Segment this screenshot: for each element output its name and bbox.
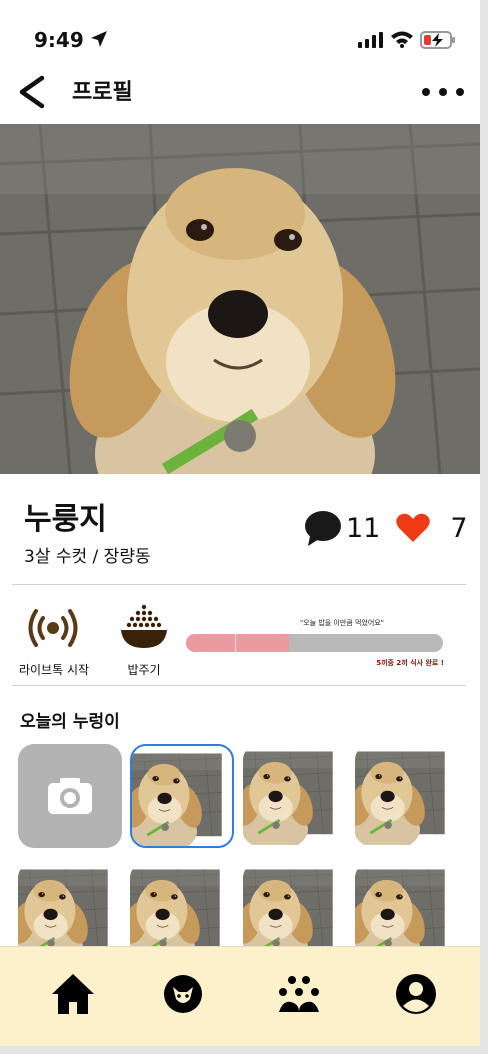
divider [12, 584, 466, 585]
speech-bubble-icon[interactable] [304, 510, 342, 546]
user-icon [396, 974, 436, 1014]
feed-quote: "오늘 밥을 이만큼 먹었어요" [300, 619, 384, 627]
comment-count: 11 [346, 512, 381, 544]
navigation-bar: 프로필 [0, 64, 480, 120]
pet-name: 누룽지 [24, 502, 107, 537]
progress-divider [235, 634, 236, 652]
page-title: 프로필 [72, 80, 133, 105]
heart-icon[interactable] [396, 513, 431, 543]
status-time: 9:49 [34, 28, 84, 52]
wifi-icon [391, 31, 413, 48]
tab-profile[interactable] [391, 969, 441, 1019]
gallery-photo[interactable] [355, 744, 459, 848]
tab-pets[interactable] [158, 969, 208, 1019]
feed-progress-fill [186, 634, 289, 652]
window-edge [0, 1046, 488, 1054]
battery-charging-icon [420, 31, 455, 49]
profile-screen: 9:49 프로필 누룽지 3살 수컷 / 장량동 11 7 라이브톡 시작 밥주… [0, 0, 480, 1046]
more-dots-icon[interactable] [420, 82, 466, 102]
window-edge [480, 0, 488, 1054]
cat-face-icon [164, 975, 202, 1013]
camera-icon [48, 778, 92, 814]
status-bar: 9:49 [0, 20, 480, 60]
gallery-photo[interactable] [130, 744, 234, 848]
profile-photo[interactable] [0, 124, 480, 474]
cellular-signal-icon [358, 32, 383, 48]
location-arrow-icon [91, 31, 107, 47]
live-talk-label[interactable]: 라이브톡 시작 [6, 661, 102, 678]
tab-home[interactable] [48, 969, 98, 1019]
gallery-title: 오늘의 누렁이 [20, 712, 120, 732]
profile-stats: 11 7 [304, 508, 468, 548]
paw-icon [279, 976, 319, 1012]
bottom-tab-bar [0, 946, 480, 1046]
feed-status-note: 5끼중 2끼 식사 완료 ! [376, 659, 444, 667]
home-icon [52, 974, 94, 1014]
pet-details: 3살 수컷 / 장량동 [24, 547, 151, 567]
divider [12, 685, 466, 686]
broadcast-icon[interactable] [28, 606, 78, 650]
food-bowl-icon[interactable] [120, 604, 168, 650]
like-count: 7 [450, 512, 468, 544]
back-arrow-icon[interactable] [16, 74, 48, 110]
tab-community[interactable] [274, 969, 324, 1019]
feed-label[interactable]: 밥주기 [96, 661, 192, 678]
gallery-photo[interactable] [243, 744, 347, 848]
add-photo-button[interactable] [18, 744, 122, 848]
feed-progress-bar [186, 634, 443, 652]
